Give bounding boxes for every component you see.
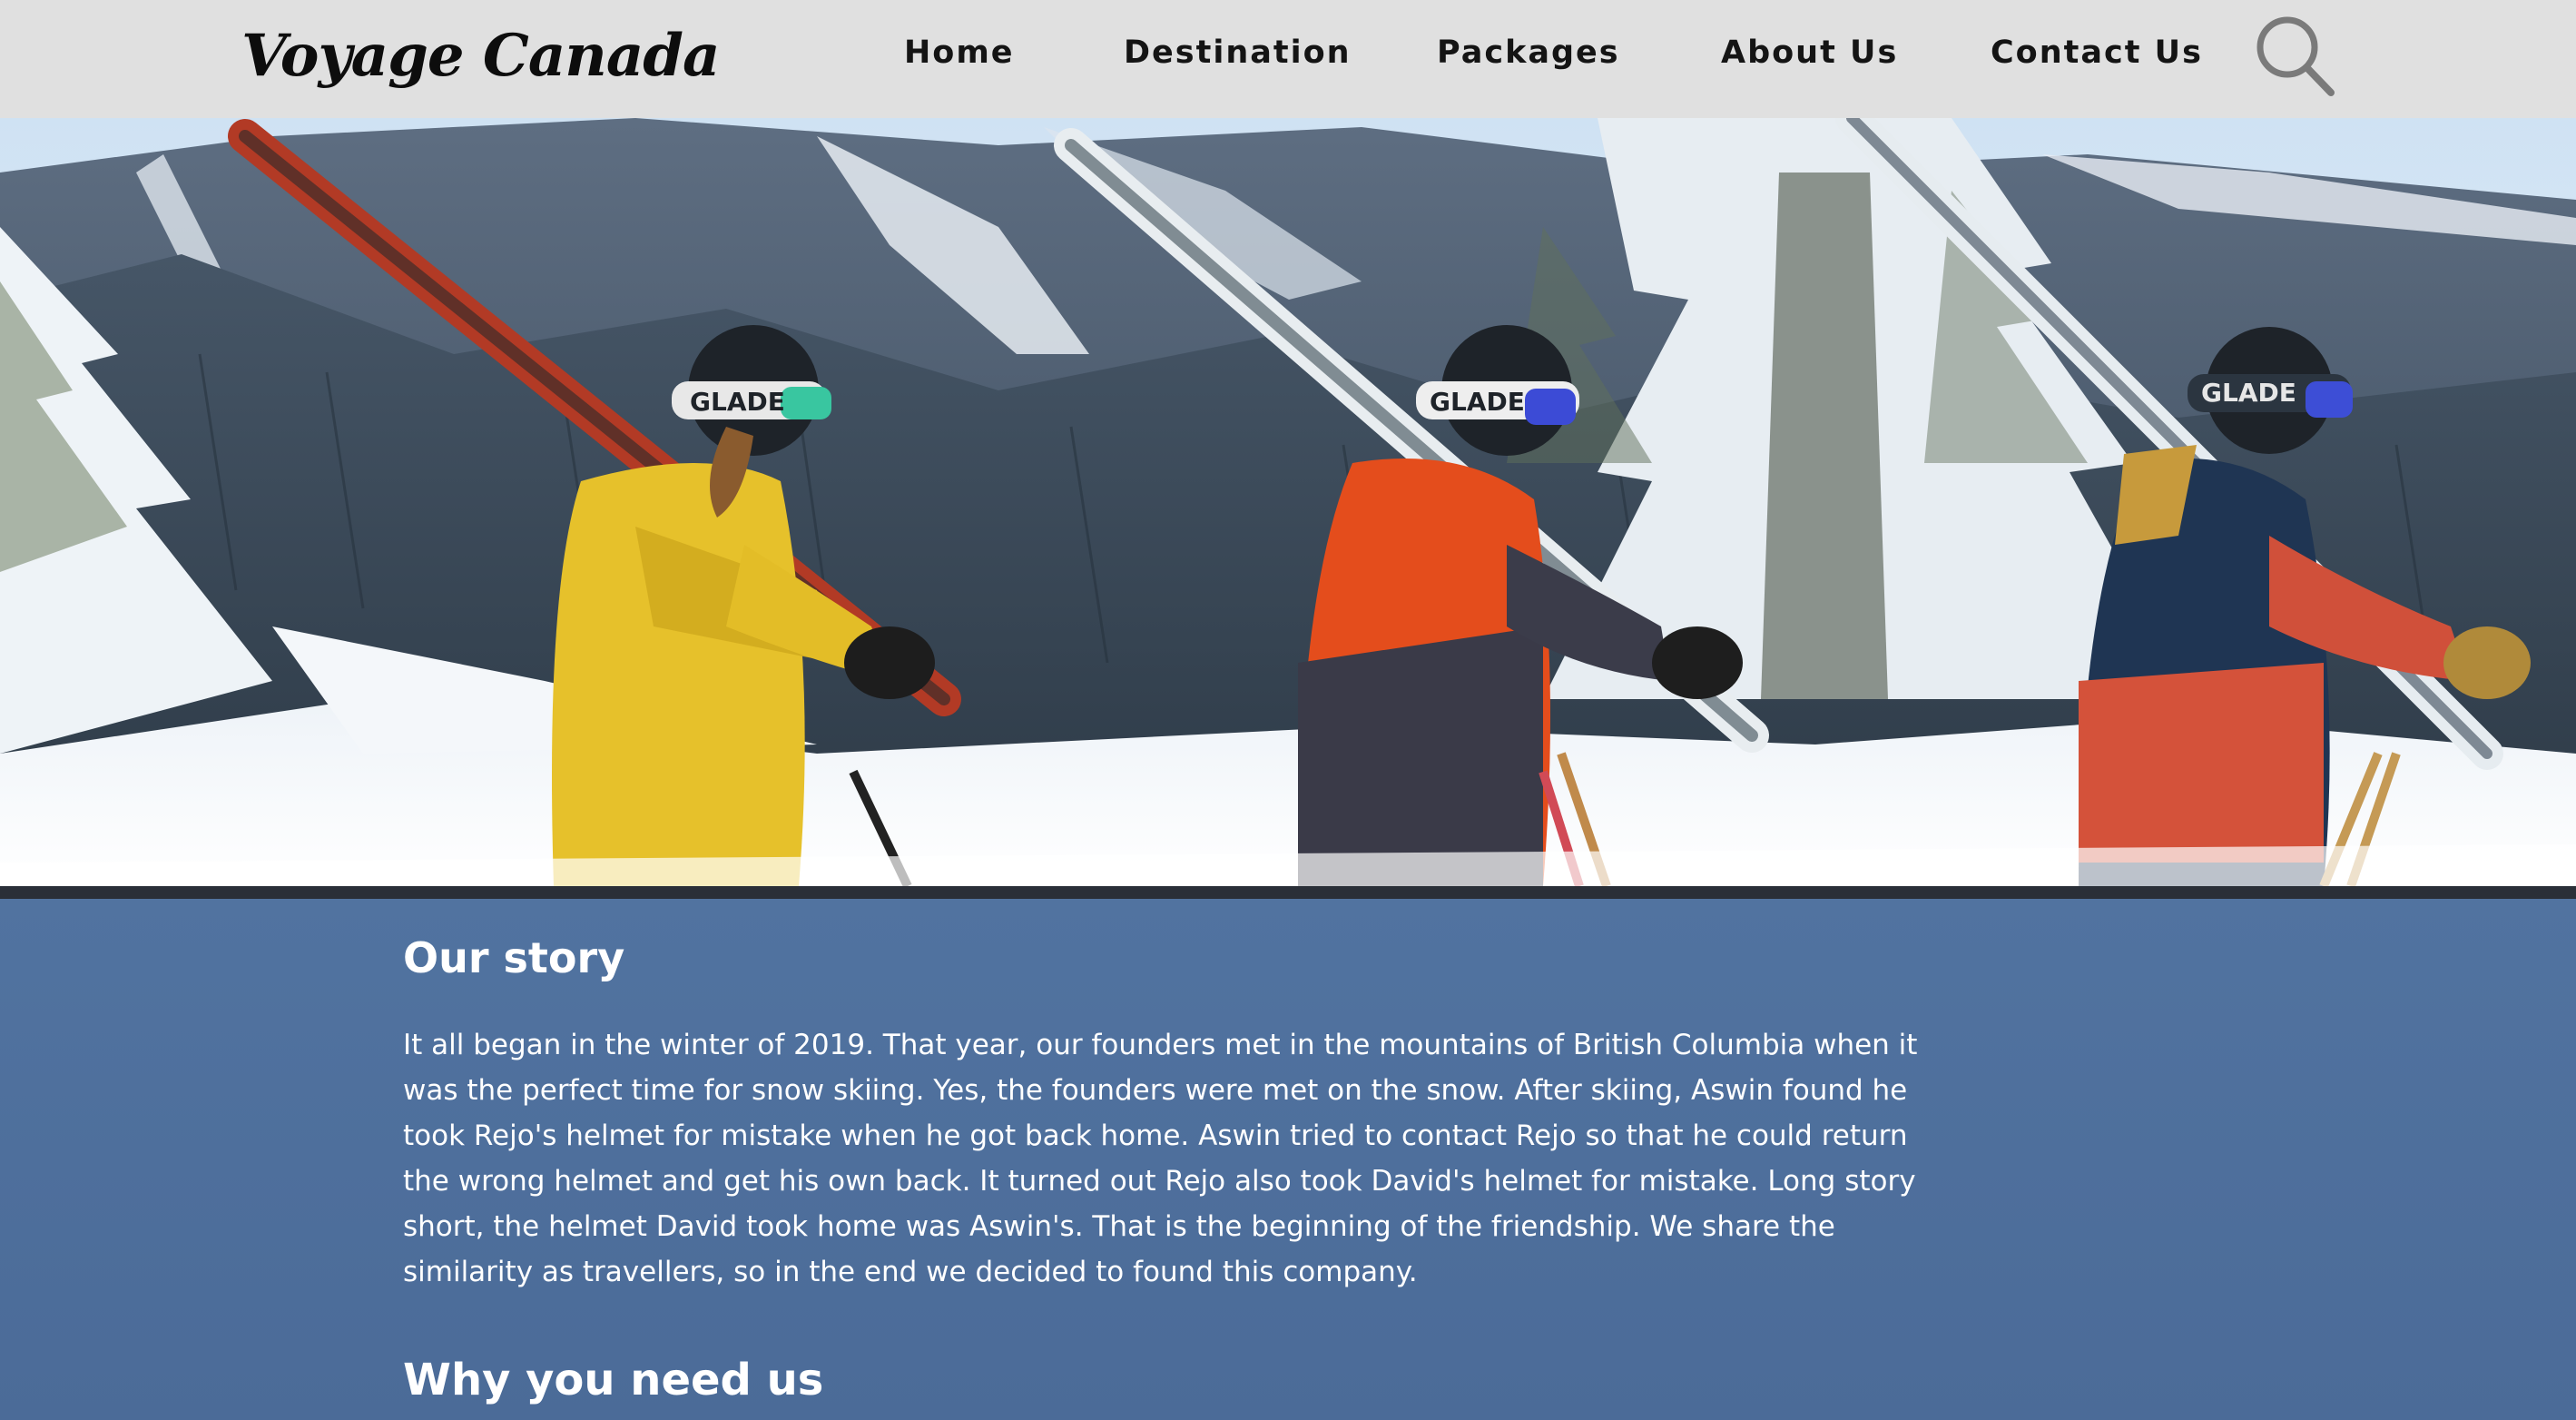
nav-about-us[interactable]: About Us (1721, 27, 1898, 78)
hero-bottom-border (0, 886, 2576, 899)
search-button[interactable] (2255, 13, 2338, 96)
svg-text:GLADE: GLADE (1430, 387, 1525, 417)
svg-text:GLADE: GLADE (2201, 378, 2296, 408)
hero-skiers-illustration: GLADE GLADE GLADE (0, 118, 2576, 886)
nav-contact-us[interactable]: Contact Us (1991, 27, 2203, 78)
story-section: Our story It all began in the winter of … (0, 899, 2576, 1420)
hero-image: GLADE GLADE GLADE (0, 118, 2576, 886)
brand-logo[interactable]: Voyage Canada (241, 11, 720, 102)
search-icon (2256, 16, 2335, 96)
story-body: It all began in the winter of 2019. That… (403, 1029, 1918, 1288)
nav-home[interactable]: Home (904, 27, 1015, 78)
top-navbar: Voyage Canada Home Destination Packages … (0, 0, 2576, 118)
story-heading: Our story (403, 933, 625, 982)
why-heading: Why you need us (403, 1355, 824, 1405)
nav-packages[interactable]: Packages (1437, 27, 1620, 78)
svg-text:GLADE: GLADE (690, 387, 785, 417)
nav-destination[interactable]: Destination (1124, 27, 1352, 78)
